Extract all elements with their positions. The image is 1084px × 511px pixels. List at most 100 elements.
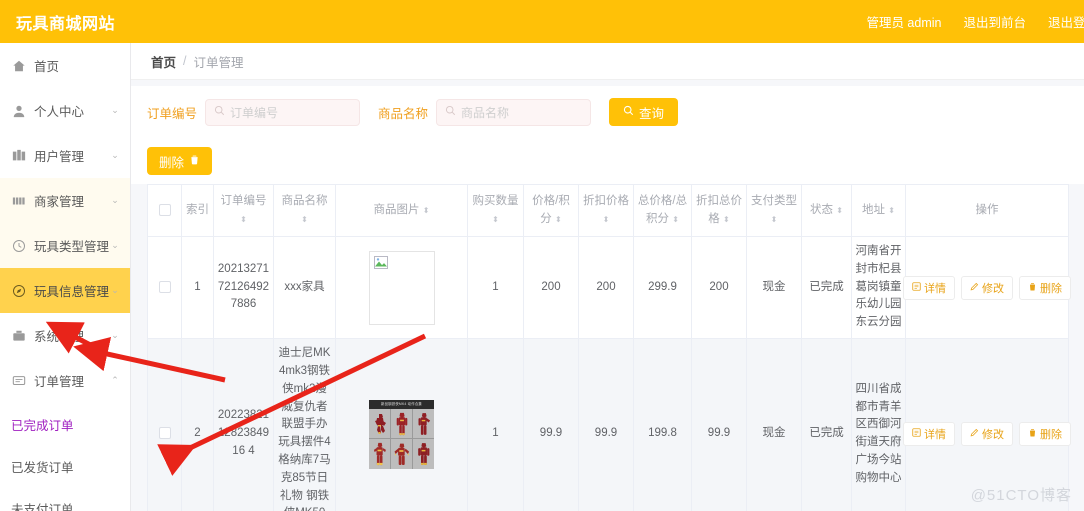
figure-cell	[413, 408, 434, 439]
th-discount-price[interactable]: 折扣价格 ⬍	[578, 184, 634, 237]
sidebar-item-merchant-management[interactable]: 商家管理 ⌄	[0, 178, 130, 223]
sidebar-nav: 首页 个人中心 ⌄ 用户管理 ⌄ 商家管理 ⌄ 玩具类型管理 ⌄ 玩具信息管理 …	[0, 43, 131, 511]
cell-product-image: 新品钢铁侠MK4 动作合集	[335, 338, 468, 511]
cell-price: 200	[523, 235, 579, 340]
th-total-price-points[interactable]: 总价格/总积分 ⬍	[633, 184, 692, 237]
sidebar-item-personal-center[interactable]: 个人中心 ⌄	[0, 88, 130, 133]
edit-button[interactable]: 修改	[961, 275, 1013, 300]
row-checkbox[interactable]	[158, 280, 171, 293]
product-thumbnail[interactable]: 新品钢铁侠MK4 动作合集	[369, 399, 434, 469]
sidebar-item-toy-info-management[interactable]: 玩具信息管理 ⌄	[0, 268, 130, 313]
table-row[interactable]: 1 20213271721264927886 xxx家具 1 200 200 2…	[147, 235, 1071, 340]
sort-icon[interactable]: ⬍	[301, 215, 308, 224]
cell-total-price: 199.8	[633, 338, 692, 511]
figure-cell	[391, 408, 412, 439]
chevron-up-icon: ⌃	[111, 375, 119, 385]
sidebar-item-home[interactable]: 首页	[0, 43, 130, 88]
sort-icon[interactable]: ⬍	[492, 215, 499, 224]
cell-order-no: 20213271721264927886	[213, 235, 274, 340]
trash-icon	[1028, 282, 1037, 294]
th-actions: 操作	[905, 184, 1069, 237]
user-icon	[11, 103, 27, 119]
trash-icon	[1028, 428, 1037, 440]
sidebar-subitem-completed-orders[interactable]: 已完成订单	[0, 403, 130, 445]
cell-status: 已完成	[801, 338, 852, 511]
cell-address: 四川省成都市青羊区西御河街道天府广场今站购物中心	[851, 338, 906, 511]
sidebar-item-label: 首页	[34, 60, 60, 74]
order-no-input-text: 订单编号	[230, 105, 279, 120]
sort-icon[interactable]: ⬍	[555, 215, 562, 224]
cell-discount-price: 200	[578, 235, 634, 340]
search-button-label: 查询	[639, 106, 665, 121]
th-label: 购买数量	[472, 194, 519, 207]
sidebar-item-order-management[interactable]: 订单管理 ⌃	[0, 358, 130, 403]
order-no-label: 订单编号	[147, 106, 198, 121]
product-name-input[interactable]: 商品名称	[436, 98, 592, 126]
th-label: 状态	[810, 203, 834, 216]
sidebar-item-label: 用户管理	[34, 150, 85, 164]
logout-to-front-link[interactable]: 退出到前台	[963, 12, 1026, 31]
order-no-input[interactable]: 订单编号	[205, 98, 361, 126]
sidebar-item-user-management[interactable]: 用户管理 ⌄	[0, 133, 130, 178]
delete-button-label: 删除	[1040, 282, 1062, 295]
figure-cell	[369, 408, 390, 439]
th-quantity[interactable]: 购买数量 ⬍	[467, 184, 524, 237]
sidebar-subitem-unpaid-orders[interactable]: 未支付订单	[0, 487, 130, 511]
sort-icon[interactable]: ⬍	[888, 206, 895, 215]
th-price-points[interactable]: 价格/积分 ⬍	[523, 184, 579, 237]
cell-discount-total: 200	[691, 235, 747, 340]
th-pay-type[interactable]: 支付类型 ⬍	[746, 184, 802, 237]
current-user-label: 管理员 admin	[866, 16, 942, 30]
chevron-down-icon: ⌄	[111, 240, 119, 250]
cell-actions: 详情 修改 删除	[903, 235, 1071, 340]
sidebar-subitem-label: 已完成订单	[11, 418, 74, 433]
edit-button[interactable]: 修改	[961, 422, 1013, 447]
th-index: 索引	[181, 184, 214, 237]
chevron-down-icon: ⌄	[111, 330, 119, 340]
delete-button[interactable]: 删除	[1019, 422, 1071, 447]
logout-link[interactable]: 退出登录	[1048, 12, 1084, 31]
table-toolbar: 删除	[147, 138, 1068, 184]
th-label: 折扣价格	[583, 194, 629, 207]
delete-button[interactable]: 删除	[1019, 275, 1071, 300]
sidebar-item-system-management[interactable]: 系统管理 ⌄	[0, 313, 130, 358]
detail-icon	[912, 428, 921, 440]
th-select-all	[147, 184, 182, 237]
detail-button-label: 详情	[924, 429, 946, 442]
grid-icon	[11, 193, 27, 209]
figure-cell	[369, 439, 390, 469]
row-checkbox[interactable]	[158, 427, 171, 440]
sidebar-item-toy-type-management[interactable]: 玩具类型管理 ⌄	[0, 223, 130, 268]
breadcrumb-home[interactable]: 首页	[151, 52, 176, 71]
cell-discount-total: 99.9	[691, 338, 747, 511]
row-action-group: 详情 修改 删除	[903, 422, 1071, 447]
table-row[interactable]: 2 202238211282384916 4 迪士尼MK4mk3钢铁侠mk2漫威…	[147, 338, 1071, 511]
cell-pay-type: 现金	[746, 235, 802, 340]
orders-table-wrapper: 索引 订单编号 ⬍ 商品名称 ⬍ 商品图片 ⬍ 购买数量 ⬍ 价格/积分 ⬍ 折…	[131, 184, 1084, 511]
sort-icon[interactable]: ⬍	[423, 206, 430, 215]
sort-icon[interactable]: ⬍	[672, 215, 679, 224]
chevron-down-icon: ⌄	[111, 195, 119, 205]
sort-icon[interactable]: ⬍	[836, 206, 843, 215]
batch-delete-button[interactable]: 删除	[147, 147, 213, 175]
th-status[interactable]: 状态 ⬍	[801, 184, 852, 237]
detail-button[interactable]: 详情	[903, 422, 955, 447]
edit-icon	[970, 428, 979, 440]
sort-icon[interactable]: ⬍	[240, 215, 247, 224]
search-button[interactable]: 查询	[609, 98, 679, 126]
sidebar-subitem-shipped-orders[interactable]: 已发货订单	[0, 445, 130, 487]
cell-price: 99.9	[523, 338, 579, 511]
th-order-no[interactable]: 订单编号 ⬍	[213, 184, 274, 237]
th-product-image[interactable]: 商品图片 ⬍	[335, 184, 468, 237]
message-icon	[11, 373, 27, 389]
th-discount-total[interactable]: 折扣总价格 ⬍	[691, 184, 747, 237]
th-label: 索引	[186, 203, 209, 216]
select-all-checkbox[interactable]	[158, 203, 171, 216]
sort-icon[interactable]: ⬍	[603, 215, 610, 224]
sort-icon[interactable]: ⬍	[723, 215, 730, 224]
th-address[interactable]: 地址 ⬍	[851, 184, 906, 237]
sort-icon[interactable]: ⬍	[771, 215, 778, 224]
detail-icon	[912, 281, 921, 294]
detail-button[interactable]: 详情	[903, 275, 955, 300]
th-product-name[interactable]: 商品名称 ⬍	[273, 184, 336, 237]
